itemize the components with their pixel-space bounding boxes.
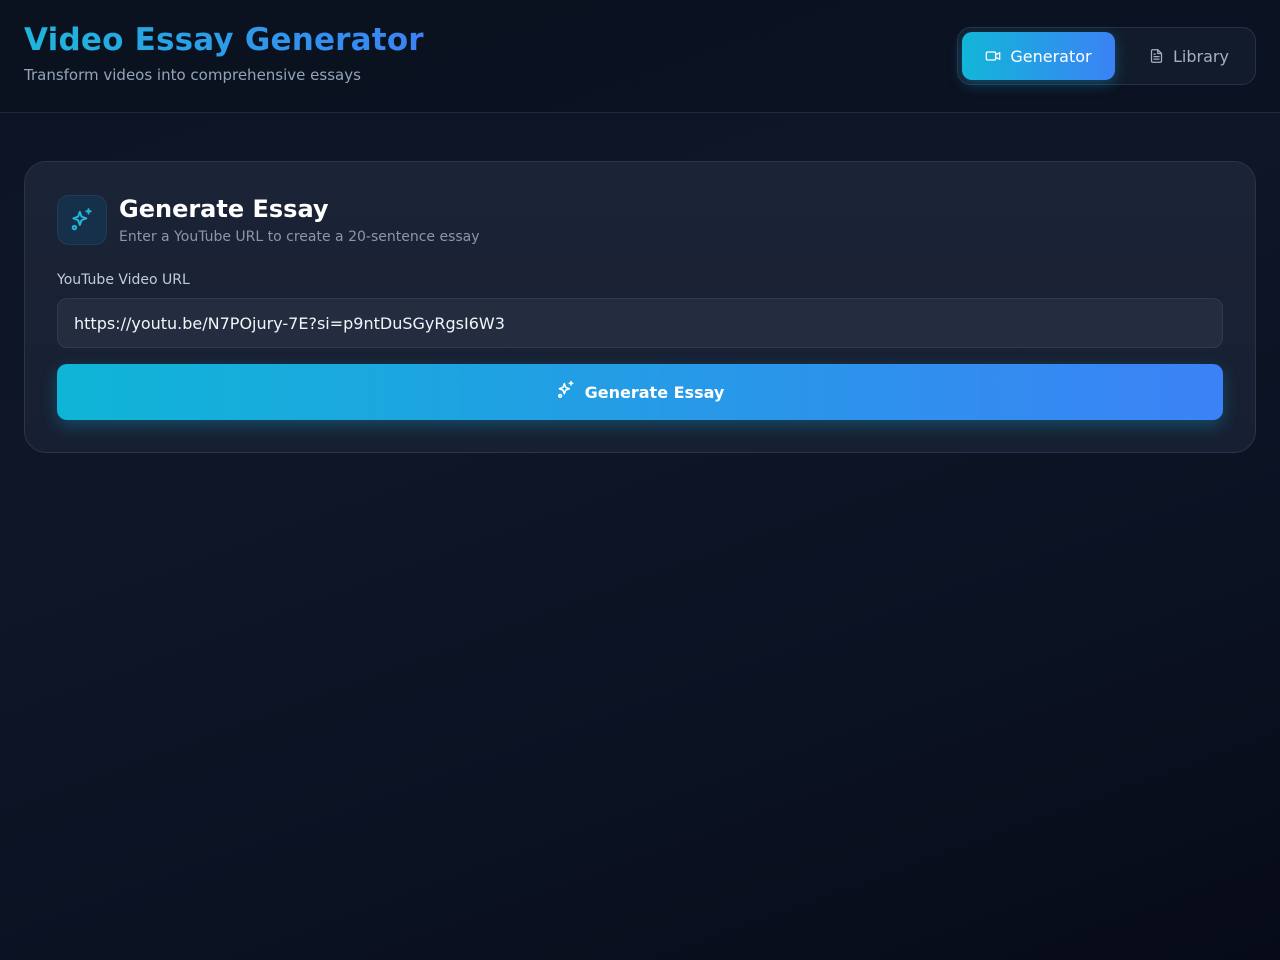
video-icon — [985, 48, 1001, 64]
card-subtitle: Enter a YouTube URL to create a 20-sente… — [119, 229, 480, 245]
sparkles-icon — [57, 195, 107, 245]
app-subtitle: Transform videos into comprehensive essa… — [24, 66, 361, 84]
sparkles-icon — [556, 380, 576, 404]
tab-library[interactable]: Library — [1128, 32, 1250, 80]
app-title: Video Essay Generator — [24, 22, 424, 58]
nav-tabs: Generator Library — [957, 27, 1256, 85]
youtube-url-input[interactable] — [57, 298, 1223, 348]
generate-essay-button[interactable]: Generate Essay — [57, 364, 1223, 420]
card-title: Generate Essay — [119, 195, 329, 223]
document-icon — [1149, 48, 1164, 64]
tab-generator[interactable]: Generator — [962, 32, 1115, 80]
generate-button-label: Generate Essay — [584, 382, 725, 402]
tab-generator-label: Generator — [1010, 46, 1092, 66]
generate-essay-card: Generate Essay Enter a YouTube URL to cr… — [24, 161, 1256, 453]
app-header: Video Essay Generator Transform videos i… — [0, 0, 1280, 113]
tab-library-label: Library — [1173, 46, 1229, 66]
url-field-label: YouTube Video URL — [57, 272, 190, 288]
